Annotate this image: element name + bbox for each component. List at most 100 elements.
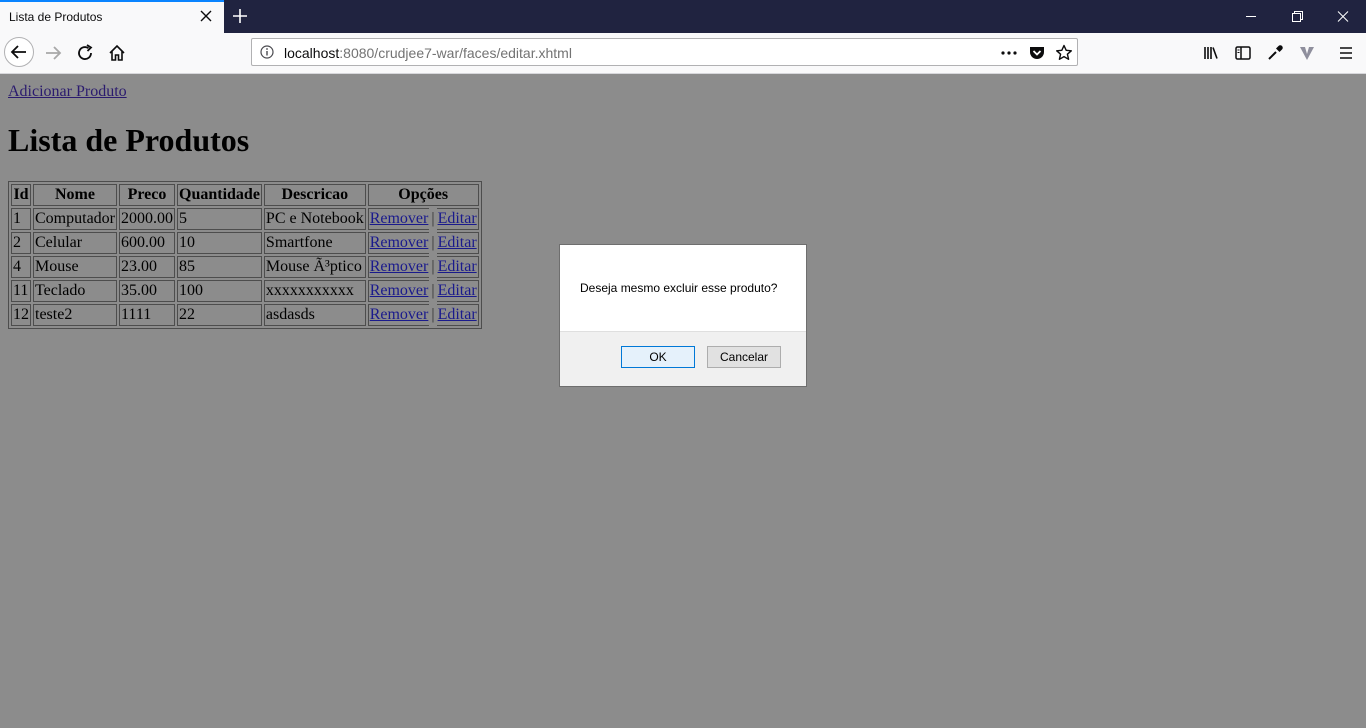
tab-active-indicator: [0, 0, 224, 2]
table-row: 12 teste2 1111 22 asdasds Remover | Editar: [11, 304, 479, 326]
restore-icon: [1292, 11, 1303, 22]
cell-nome: teste2: [33, 304, 117, 326]
cell-remove: Remover: [367, 256, 430, 278]
minimize-icon: [1246, 16, 1256, 17]
table-row: 1 Computador 2000.00 5 PC e Notebook Remover |…: [11, 208, 479, 230]
ok-button[interactable]: OK: [621, 346, 695, 368]
table-row: 11 Teclado 35.00 100 xxxxxxxxxxx Remover | Edit…: [11, 280, 479, 302]
tab-strip: Lista de Produtos: [0, 0, 1366, 33]
cell-id: 12: [11, 304, 31, 326]
remove-link[interactable]: Remover: [370, 258, 429, 275]
table-body: 1 Computador 2000.00 5 PC e Notebook Remover |…: [11, 208, 479, 326]
page-actions-icon[interactable]: [999, 43, 1019, 63]
page-content: Adicionar Produto Lista de Produtos Id N…: [0, 74, 1366, 728]
cell-preco: 2000.00: [119, 208, 175, 230]
cell-descricao: Smartfone: [263, 232, 366, 254]
dialog-message: Deseja mesmo excluir esse produto?: [580, 281, 778, 295]
close-window-icon: [1337, 11, 1349, 22]
options-separator: |: [431, 306, 435, 323]
url-text: localhost:8080/crudjee7-war/faces/editar…: [284, 45, 572, 61]
cell-preco: 1111: [119, 304, 175, 326]
cell-quantidade: 22: [177, 304, 262, 326]
cell-nome: Celular: [33, 232, 117, 254]
cell-quantidade: 85: [177, 256, 262, 278]
options-separator: |: [431, 234, 435, 251]
column-header-id: Id: [11, 184, 31, 206]
dialog-body: Deseja mesmo excluir esse produto?: [560, 245, 806, 332]
back-arrow-icon: [10, 45, 26, 59]
cell-edit: Editar: [436, 304, 479, 326]
remove-link[interactable]: Remover: [370, 234, 429, 251]
navigation-toolbar: localhost:8080/crudjee7-war/faces/editar…: [0, 33, 1366, 74]
remove-link[interactable]: Remover: [370, 210, 429, 227]
sidebar-icon[interactable]: [1233, 43, 1253, 63]
page-title: Lista de Produtos: [8, 122, 250, 158]
restore-button[interactable]: [1274, 0, 1320, 33]
cell-preco: 23.00: [119, 256, 175, 278]
cell-descricao: asdasds: [263, 304, 366, 326]
options-separator: |: [431, 210, 435, 227]
close-tab-icon[interactable]: [198, 8, 214, 24]
library-icon[interactable]: [1201, 43, 1221, 63]
forward-arrow-icon[interactable]: [43, 43, 63, 63]
column-header-descricao: Descricao: [263, 184, 366, 206]
url-path: :8080/crudjee7-war/faces/editar.xhtml: [339, 45, 572, 61]
remove-link[interactable]: Remover: [370, 282, 429, 299]
browser-tab[interactable]: Lista de Produtos: [0, 0, 224, 33]
column-header-preco: Preco: [119, 184, 175, 206]
cell-nome: Mouse: [33, 256, 117, 278]
options-separator: |: [431, 258, 435, 275]
cell-remove: Remover: [367, 208, 430, 230]
bookmark-star-icon[interactable]: [1054, 43, 1074, 63]
cell-remove: Remover: [367, 280, 430, 302]
cell-nome: Teclado: [33, 280, 117, 302]
pocket-icon[interactable]: [1027, 43, 1047, 63]
edit-link[interactable]: Editar: [438, 282, 477, 299]
site-info-icon[interactable]: [260, 45, 274, 59]
cell-edit: Editar: [436, 232, 479, 254]
url-bar[interactable]: localhost:8080/crudjee7-war/faces/editar…: [251, 38, 1078, 66]
cell-id: 1: [11, 208, 31, 230]
back-button[interactable]: [4, 37, 34, 67]
edit-link[interactable]: Editar: [438, 210, 477, 227]
eyedropper-icon[interactable]: [1265, 43, 1285, 63]
cell-descricao: PC e Notebook: [263, 208, 366, 230]
cell-preco: 35.00: [119, 280, 175, 302]
table-row: 2 Celular 600.00 10 Smartfone Remover | Editar: [11, 232, 479, 254]
column-header-opcoes: Opções: [367, 184, 479, 206]
reload-icon[interactable]: [75, 43, 95, 63]
cell-edit: Editar: [436, 256, 479, 278]
tab-title: Lista de Produtos: [9, 10, 103, 24]
extension-v-icon[interactable]: [1297, 43, 1317, 63]
table-header-row: Id Nome Preco Quantidade Descricao Opçõe…: [11, 184, 479, 206]
cell-nome: Computador: [33, 208, 117, 230]
column-header-nome: Nome: [33, 184, 117, 206]
options-separator: |: [431, 282, 435, 299]
cell-id: 11: [11, 280, 31, 302]
remove-link[interactable]: Remover: [370, 306, 429, 323]
cell-quantidade: 10: [177, 232, 262, 254]
new-tab-icon[interactable]: [230, 6, 250, 26]
close-window-button[interactable]: [1320, 0, 1366, 33]
edit-link[interactable]: Editar: [438, 306, 477, 323]
cell-quantidade: 100: [177, 280, 262, 302]
table-row: 4 Mouse 23.00 85 Mouse Ã³ptico Remover | Editar: [11, 256, 479, 278]
edit-link[interactable]: Editar: [438, 258, 477, 275]
cell-descricao: Mouse Ã³ptico: [263, 256, 366, 278]
confirm-dialog: Deseja mesmo excluir esse produto? OK Ca…: [559, 244, 807, 387]
cell-remove: Remover: [367, 304, 430, 326]
home-icon[interactable]: [107, 43, 127, 63]
cell-descricao: xxxxxxxxxxx: [263, 280, 366, 302]
hamburger-menu-icon[interactable]: [1336, 43, 1356, 63]
cell-quantidade: 5: [177, 208, 262, 230]
minimize-button[interactable]: [1228, 0, 1274, 33]
products-table: Id Nome Preco Quantidade Descricao Opçõe…: [8, 181, 482, 329]
cell-preco: 600.00: [119, 232, 175, 254]
cell-id: 2: [11, 232, 31, 254]
cancel-button[interactable]: Cancelar: [707, 346, 781, 368]
url-host: localhost: [284, 45, 340, 61]
cell-edit: Editar: [436, 208, 479, 230]
cell-remove: Remover: [367, 232, 430, 254]
add-product-link[interactable]: Adicionar Produto: [8, 83, 127, 101]
edit-link[interactable]: Editar: [438, 234, 477, 251]
